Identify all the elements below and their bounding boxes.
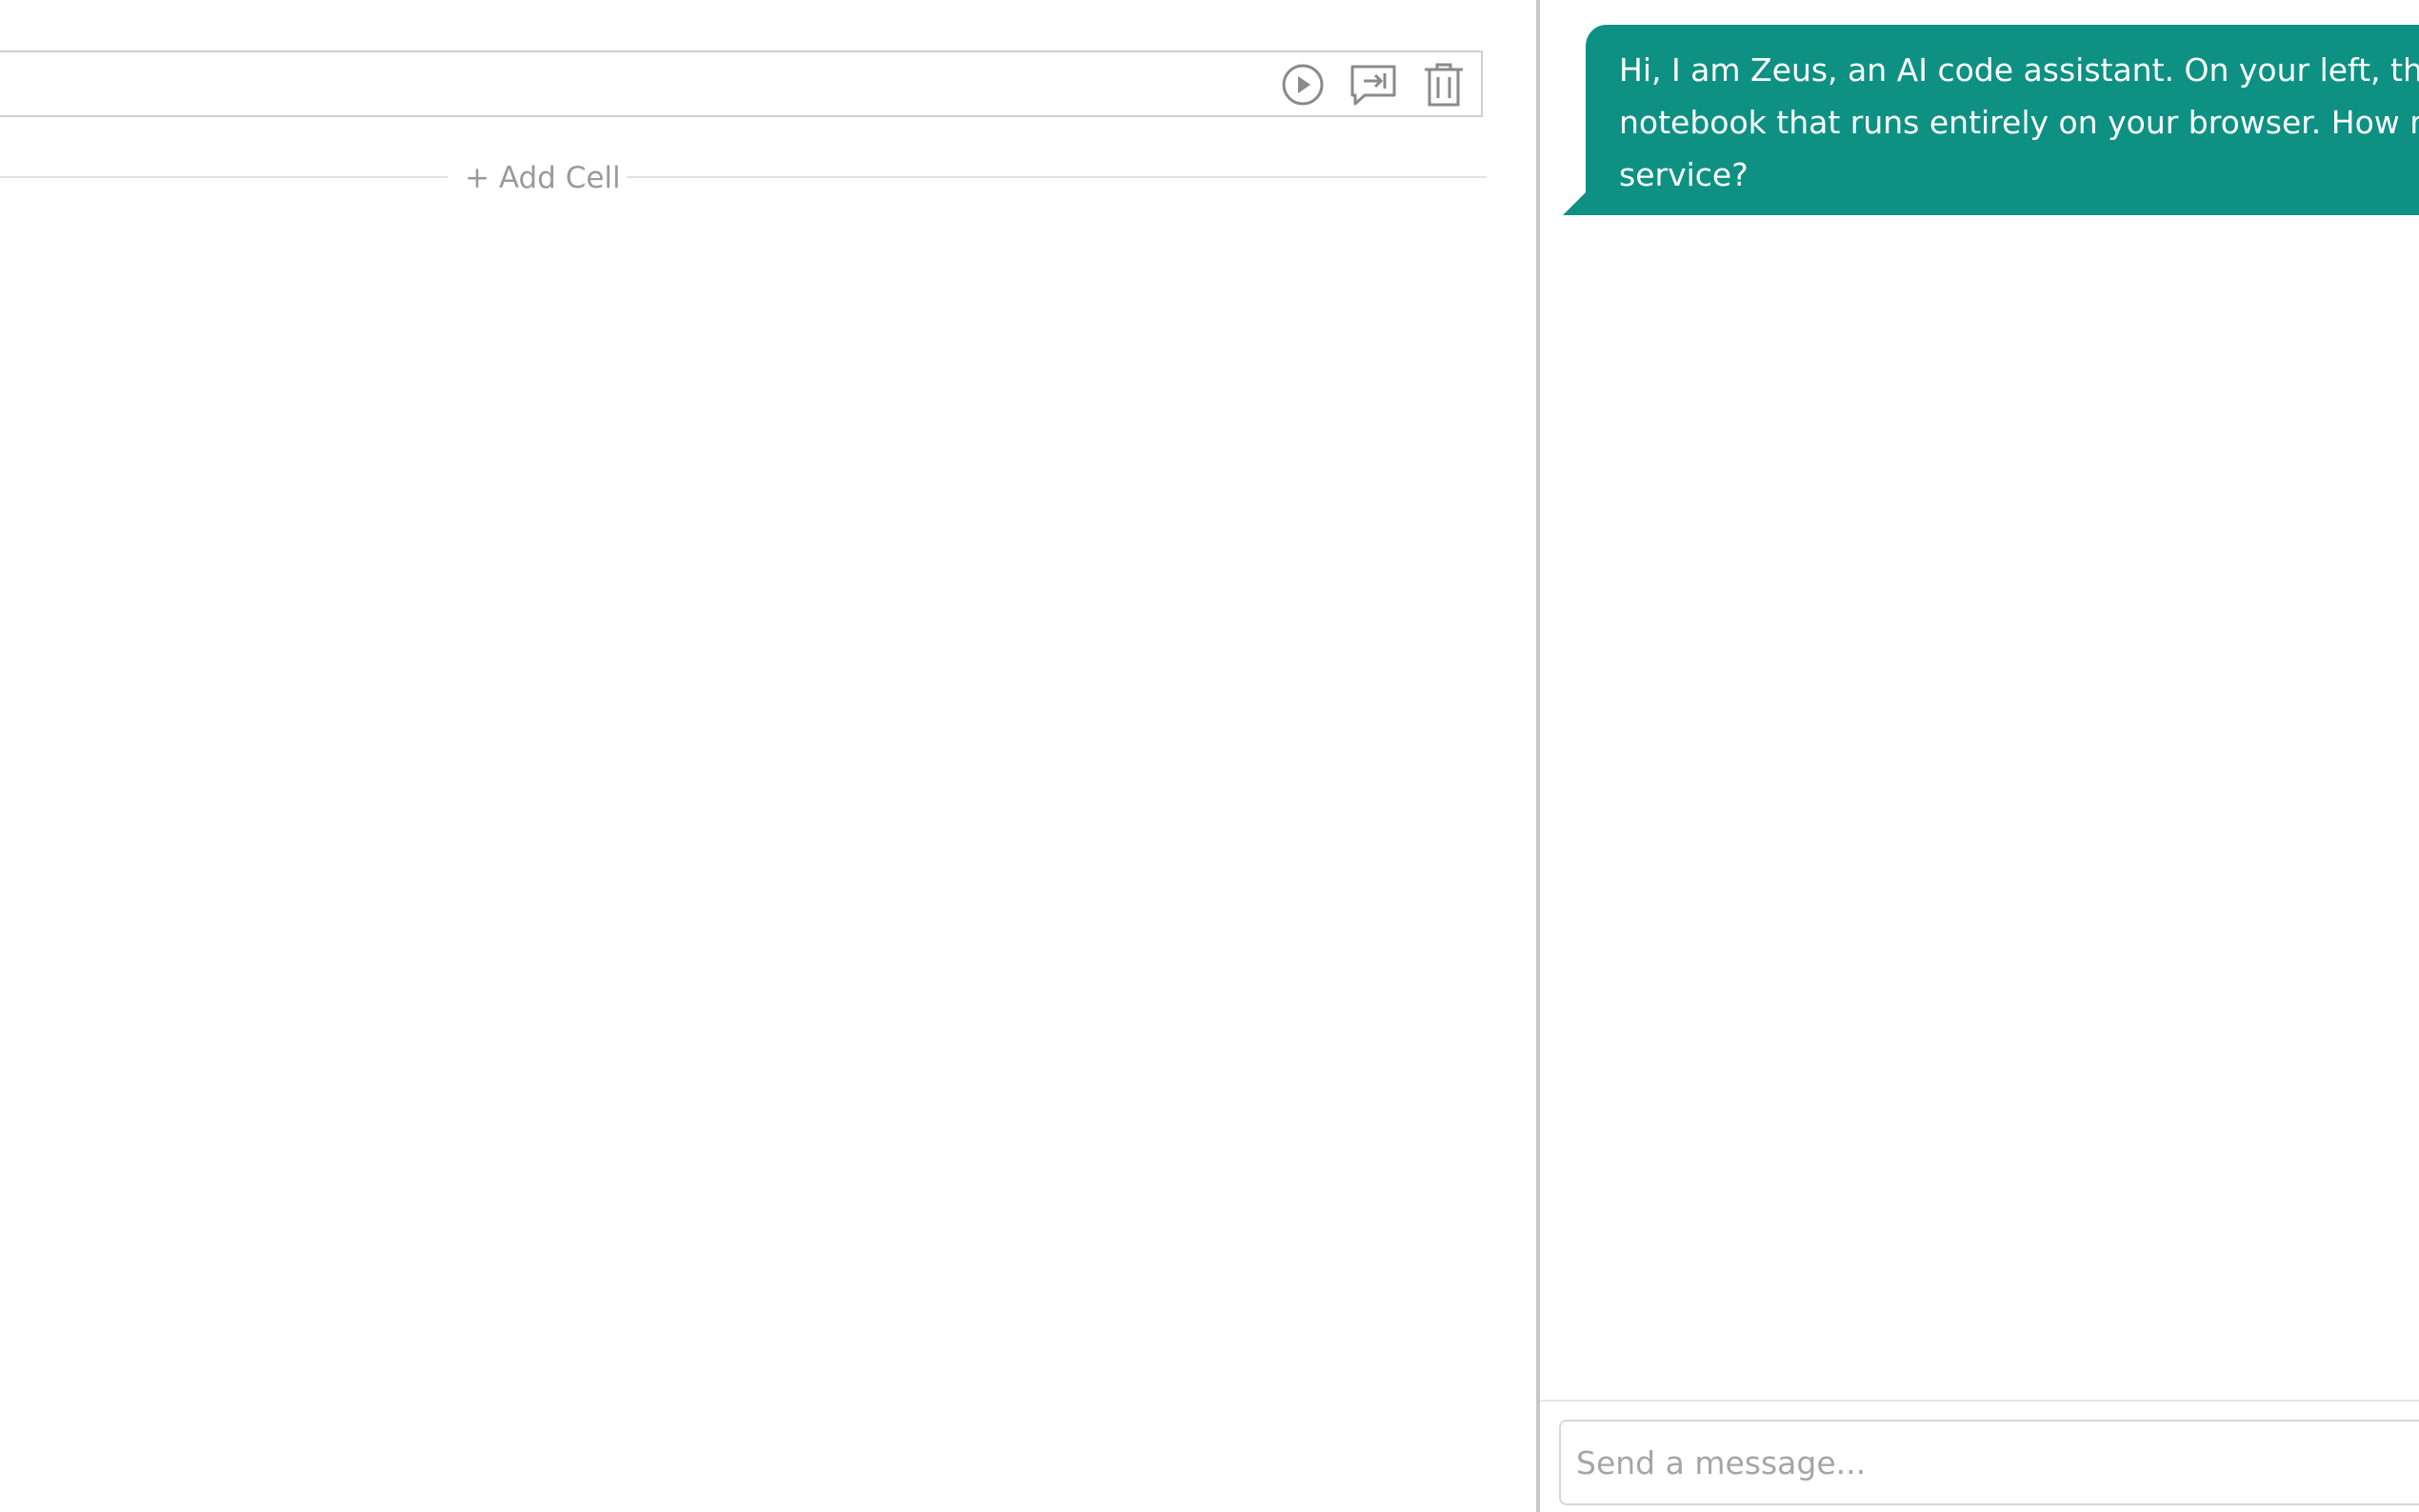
send-to-chat-button[interactable] bbox=[1349, 61, 1397, 109]
message-bubble: Hi, I am Zeus, an AI code assistant. On … bbox=[1586, 25, 2419, 215]
message-text-line: service? bbox=[1619, 156, 1749, 193]
message-text-line: notebook that runs entirely on your brow… bbox=[1619, 104, 2419, 141]
comment-arrow-icon bbox=[1350, 65, 1396, 106]
add-cell-divider-left bbox=[0, 176, 448, 178]
composer-separator bbox=[1540, 1400, 2419, 1402]
message-text-line: Hi, I am Zeus, an AI code assistant. On … bbox=[1619, 51, 2419, 89]
assistant-message: Hi, I am Zeus, an AI code assistant. On … bbox=[1563, 25, 2419, 215]
run-cell-button[interactable] bbox=[1279, 61, 1327, 109]
add-cell-divider-right bbox=[627, 176, 1487, 178]
trash-icon bbox=[1425, 63, 1463, 107]
add-cell-button[interactable]: + Add Cell bbox=[465, 159, 621, 197]
notebook-pane: + Add Cell bbox=[0, 0, 1536, 1512]
message-composer[interactable] bbox=[1559, 1420, 2419, 1505]
cell-toolbar bbox=[1279, 63, 1468, 107]
message-input[interactable] bbox=[1576, 1422, 2414, 1503]
app-root: + Add Cell Hi, I am Zeus, an AI code ass… bbox=[0, 0, 2419, 1512]
code-cell[interactable] bbox=[0, 50, 1483, 117]
chat-pane: Hi, I am Zeus, an AI code assistant. On … bbox=[1540, 0, 2419, 1512]
play-circle-icon bbox=[1282, 64, 1324, 106]
add-cell-row: + Add Cell bbox=[0, 159, 1487, 197]
delete-cell-button[interactable] bbox=[1420, 61, 1468, 109]
